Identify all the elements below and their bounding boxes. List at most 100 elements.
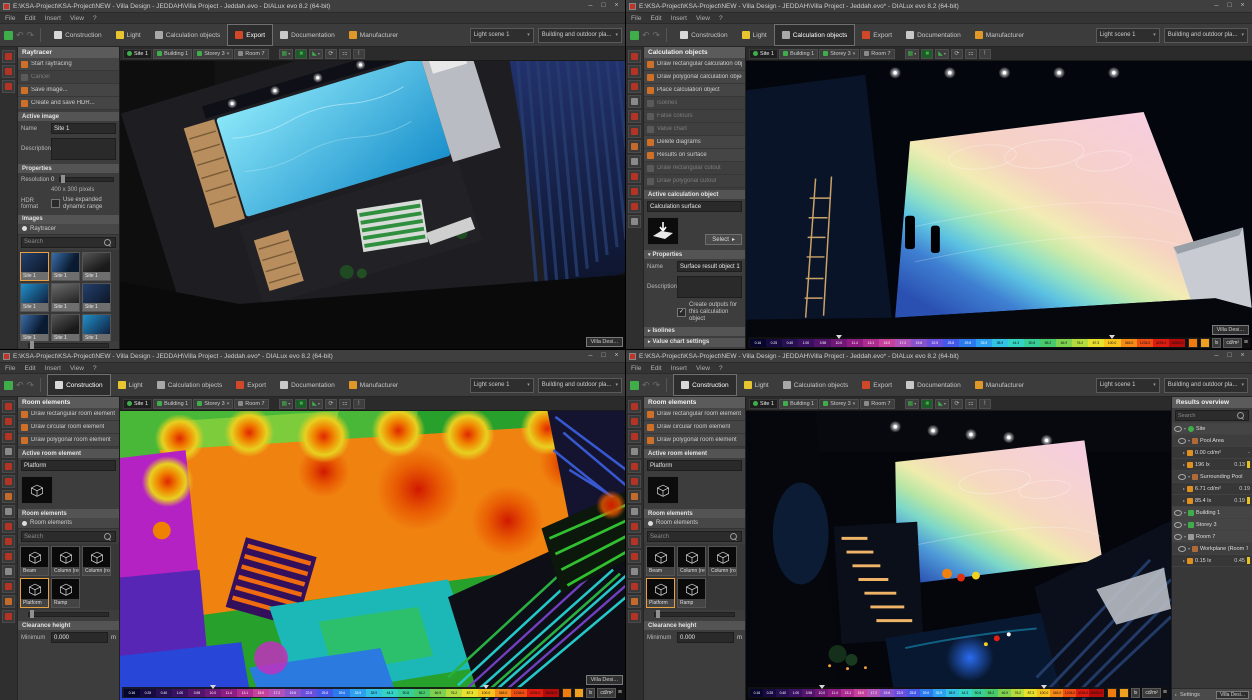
search-input[interactable]: Search — [21, 531, 116, 542]
maximize-button[interactable]: □ — [1223, 351, 1236, 361]
result-row[interactable]: Building 1 — [1172, 507, 1252, 519]
visibility-eye-icon[interactable] — [1178, 438, 1186, 444]
circle-room-tool-icon[interactable] — [2, 415, 15, 428]
result-row[interactable]: 0.15 lx 0.45 — [1172, 555, 1252, 567]
expander-icon[interactable] — [1184, 426, 1186, 431]
panel-action-button[interactable]: Place calculation object — [644, 84, 745, 97]
ceiling-tool-icon[interactable] — [628, 460, 641, 473]
calc-surface-tool-icon[interactable] — [628, 50, 641, 63]
menu-item[interactable]: ? — [93, 15, 97, 22]
panel-action-button[interactable]: Draw rectangular room element — [18, 408, 119, 421]
catalog-item[interactable]: Column (re... — [51, 546, 80, 576]
result-row[interactable]: Storey 3 — [1172, 519, 1252, 531]
wall-tool-icon[interactable] — [628, 445, 641, 458]
panel-action-button[interactable]: Draw polygonal calculation object — [644, 71, 745, 84]
menu-item[interactable]: Edit — [24, 365, 35, 372]
scale-swatch-low[interactable] — [1107, 688, 1117, 698]
warning-icon[interactable]: ! — [353, 399, 365, 409]
mode-tab[interactable]: Documentation — [273, 374, 342, 396]
value-chart-section-header[interactable]: Value chart settings — [644, 338, 745, 347]
expander-icon[interactable] — [1183, 462, 1185, 467]
mode-tab[interactable]: Manufacturer — [342, 24, 405, 46]
menu-item[interactable]: Insert — [671, 365, 687, 372]
expander-icon[interactable] — [1183, 558, 1185, 563]
save-icon[interactable] — [4, 31, 13, 40]
expander-icon[interactable] — [1184, 534, 1186, 539]
mode-tab[interactable]: Export — [227, 24, 273, 46]
active-element-dropdown[interactable]: Platform — [647, 460, 742, 471]
image-description-input[interactable] — [51, 138, 116, 160]
light-scene-dropdown[interactable]: Light scene 1▾ — [470, 28, 534, 43]
poly-room-tool-icon[interactable] — [628, 430, 641, 443]
scale-swatch-low[interactable] — [562, 688, 572, 698]
expander-icon[interactable] — [1183, 450, 1185, 455]
panel-action-button[interactable]: Draw rectangular room element — [644, 408, 745, 421]
planning-mode-dropdown[interactable]: Building and outdoor pla...▾ — [1164, 378, 1248, 393]
breadcrumb-item[interactable]: Site 1 — [123, 49, 152, 59]
minimize-button[interactable]: – — [1210, 1, 1223, 11]
section-view-button[interactable]: ◣ — [309, 399, 323, 409]
menu-item[interactable]: File — [631, 15, 641, 22]
mode-tab[interactable]: Documentation — [899, 374, 968, 396]
material-tool-icon[interactable] — [2, 610, 15, 623]
panel-action-button[interactable]: Draw polygonal room element — [644, 434, 745, 447]
search-input[interactable]: Search — [647, 531, 742, 542]
floor-tool-icon[interactable] — [628, 475, 641, 488]
visibility-eye-icon[interactable] — [1178, 474, 1186, 480]
measure-icon[interactable]: ⚏ — [965, 399, 977, 409]
rect-room-tool-icon[interactable] — [628, 400, 641, 413]
resolution-slider[interactable] — [59, 177, 114, 182]
warning-icon[interactable]: ! — [353, 49, 365, 59]
refresh-view-icon[interactable]: ⟳ — [325, 399, 337, 409]
calc-surface-type-dropdown[interactable]: Calculation surface — [647, 201, 742, 212]
mode-tab[interactable]: Calculation objects — [150, 374, 230, 396]
settings-section[interactable]: Settings Villa Desi... — [1172, 688, 1252, 700]
mode-tab[interactable]: Calculation objects — [774, 24, 856, 46]
measure-icon[interactable]: ⚏ — [339, 399, 351, 409]
render-thumbnail[interactable]: Site 1 — [51, 283, 80, 312]
expander-icon[interactable] — [1183, 498, 1185, 503]
section-view-button[interactable]: ◣ — [935, 399, 949, 409]
door-tool-icon[interactable] — [628, 595, 641, 608]
menu-item[interactable]: Edit — [24, 15, 35, 22]
mode-tab[interactable]: Calculation objects — [148, 24, 228, 46]
breadcrumb-item[interactable]: Storey 3 — [193, 399, 233, 409]
slider-knob[interactable] — [656, 610, 660, 618]
menu-item[interactable]: View — [696, 15, 710, 22]
menu-item[interactable]: ? — [93, 365, 97, 372]
mode-tab[interactable]: Export — [855, 24, 899, 46]
catalog-item[interactable]: Platform — [20, 578, 49, 608]
render-thumbnail[interactable]: Site 1 — [20, 252, 49, 281]
render-thumbnail[interactable]: Site 1 — [20, 283, 49, 312]
render-thumbnail[interactable]: Site 1 — [51, 314, 80, 341]
light-scene-dropdown[interactable]: Light scene 1▾ — [1096, 378, 1160, 393]
breadcrumb-item[interactable]: Site 1 — [749, 399, 778, 409]
solid-view-button[interactable]: ■ — [295, 399, 307, 409]
window-tool-icon[interactable] — [2, 580, 15, 593]
raytracer-tool-icon[interactable] — [2, 50, 15, 63]
menu-item[interactable]: File — [5, 15, 15, 22]
render-thumbnail[interactable]: Site 1 — [20, 314, 49, 341]
close-button[interactable]: × — [610, 1, 623, 11]
unit-cd-button[interactable]: cd/m² — [597, 688, 616, 698]
minimum-height-input[interactable]: 0.000 — [51, 632, 108, 643]
mode-tab[interactable]: Export — [229, 374, 273, 396]
rect-room-tool-icon[interactable] — [2, 400, 15, 413]
opening-tool-icon[interactable] — [628, 565, 641, 578]
panel-action-button[interactable]: Draw polygonal room element — [18, 434, 119, 447]
create-outputs-checkbox[interactable]: ✓ — [677, 308, 686, 317]
result-row[interactable]: Pool Area — [1172, 435, 1252, 447]
section-view-button[interactable]: ◣ — [935, 49, 949, 59]
breadcrumb-item[interactable]: Room 7 — [234, 49, 268, 59]
breadcrumb-item[interactable]: Room 7 — [860, 399, 894, 409]
menu-item[interactable]: View — [696, 365, 710, 372]
viewport-3d-render[interactable]: Villa Desi... 0.160.250.401.003.9810.011… — [120, 411, 626, 700]
menu-item[interactable]: Insert — [45, 15, 61, 22]
viewport-3d-render[interactable]: Villa Desi... — [120, 61, 626, 350]
expander-icon[interactable] — [1188, 474, 1190, 479]
isolines-section-header[interactable]: Isolines — [644, 327, 745, 336]
workplane-tool-icon[interactable] — [628, 170, 641, 183]
solid-view-button[interactable]: ■ — [295, 49, 307, 59]
menu-item[interactable]: File — [631, 365, 641, 372]
false-colour-scale[interactable]: 0.160.250.401.003.9810.011.413.115.017.2… — [122, 687, 624, 698]
